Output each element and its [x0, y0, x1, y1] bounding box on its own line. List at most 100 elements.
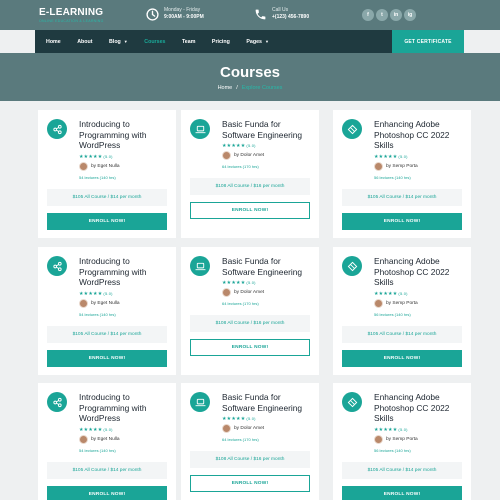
lecture-count: 64 lectures (170 hrs) [222, 164, 259, 169]
course-card[interactable]: Basic Funda for Software Engineering ★★★★… [181, 383, 319, 500]
course-title[interactable]: Enhancing Adobe Photoshop CC 2022 Skills [374, 119, 466, 151]
course-price: $108 All Course / $16 per month [190, 315, 310, 332]
linkedin-icon[interactable]: in [390, 9, 402, 21]
get-certificate-button[interactable]: GET CERTIFICATE [392, 30, 464, 53]
nav-item-home[interactable]: Home [46, 39, 61, 45]
lecture-count: 56 lectures (140 hrs) [374, 311, 411, 317]
brand-name: E-LEARNING [39, 7, 104, 18]
enroll-now-button[interactable]: ENROLL NOW! [47, 349, 167, 367]
instagram-icon[interactable]: ig [404, 9, 416, 21]
enroll-now-button[interactable]: ENROLL NOW! [190, 475, 310, 492]
enroll-now-button[interactable]: ENROLL NOW! [342, 349, 462, 367]
course-meta: ★★★★★(5.0) by Semp Porta 56 lectures (140 … [374, 154, 469, 180]
nav-menu: Home About Blog ▼ Courses Team Pricing Pages ▼ [46, 30, 285, 53]
avatar [222, 288, 231, 297]
rating-score: (5.0) [103, 426, 113, 432]
course-meta: ★★★★★(5.0) by Eget Nulla 54 lectures (140 … [79, 291, 174, 317]
course-title[interactable]: Introducing to Programming with WordPres… [79, 256, 171, 288]
avatar [374, 298, 383, 308]
enroll-now-button[interactable]: ENROLL NOW! [342, 485, 462, 500]
call-us[interactable]: Call Us +(123) 456-7890 [254, 7, 309, 21]
clock-icon [146, 7, 159, 21]
breadcrumb: Home / Explore Courses [0, 85, 500, 91]
course-card[interactable]: Enhancing Adobe Photoshop CC 2022 Skills… [333, 110, 471, 238]
nav-item-pages[interactable]: Pages ▼ [246, 39, 269, 45]
course-price: $108 All Course / $16 per month [190, 451, 310, 468]
phone-icon [255, 9, 266, 19]
call-number[interactable]: +(123) 456-7890 [272, 14, 309, 21]
star-icons: ★★★★★ [222, 280, 246, 286]
course-author: by Eget Nulla [79, 434, 174, 444]
course-author: by Dolor Amet [222, 151, 317, 160]
course-card[interactable]: Basic Funda for Software Engineering ★★★★… [181, 247, 319, 375]
course-author: by Dolor Amet [222, 424, 317, 433]
rating-score: (5.0) [398, 426, 408, 432]
course-title[interactable]: Basic Funda for Software Engineering [222, 392, 314, 413]
laptop-icon [194, 398, 206, 406]
rating-score: (5.0) [246, 280, 256, 285]
nav-item-team[interactable]: Team [182, 39, 195, 45]
course-meta: ★★★★★(5.0) by Dolor Amet 64 lectures (170 … [222, 143, 317, 169]
lecture-count: 64 lectures (170 hrs) [222, 437, 259, 442]
course-category-badge [342, 119, 362, 139]
lecture-count: 54 lectures (140 hrs) [79, 311, 116, 317]
star-icons: ★★★★★ [374, 153, 398, 160]
share-nodes-icon [52, 261, 62, 271]
nav-item-blog[interactable]: Blog ▼ [109, 39, 128, 45]
course-card[interactable]: Introducing to Programming with WordPres… [38, 247, 176, 375]
course-title[interactable]: Introducing to Programming with WordPres… [79, 119, 171, 151]
nav-item-label: Courses [144, 38, 166, 45]
breadcrumb-home[interactable]: Home [218, 85, 233, 91]
course-author: by Semp Porta [374, 434, 469, 444]
nav-item-pricing[interactable]: Pricing [212, 39, 230, 45]
course-meta: ★★★★★(5.0) by Semp Porta 56 lectures (140 … [374, 291, 469, 317]
author-name: by Eget Nulla [91, 436, 120, 442]
enroll-now-button[interactable]: ENROLL NOW! [190, 339, 310, 356]
course-price: $105 All Course / $14 per month [342, 461, 462, 479]
enroll-now-button[interactable]: ENROLL NOW! [47, 212, 167, 230]
facebook-icon[interactable]: f [362, 9, 374, 21]
author-name: by Eget Nulla [91, 163, 120, 169]
avatar [79, 298, 88, 308]
course-title[interactable]: Introducing to Programming with WordPres… [79, 392, 171, 424]
course-category-badge [342, 256, 362, 276]
course-card[interactable]: Introducing to Programming with WordPres… [38, 383, 176, 500]
enroll-now-button[interactable]: ENROLL NOW! [190, 202, 310, 219]
course-price: $105 All Course / $14 per month [47, 325, 167, 343]
laptop-icon [194, 125, 206, 133]
avatar [374, 161, 383, 171]
course-title[interactable]: Basic Funda for Software Engineering [222, 256, 314, 277]
twitter-icon[interactable]: t [376, 9, 388, 21]
course-card[interactable]: Enhancing Adobe Photoshop CC 2022 Skills… [333, 247, 471, 375]
course-category-badge [190, 392, 210, 412]
nav-item-courses[interactable]: Courses [144, 39, 165, 45]
course-card[interactable]: Enhancing Adobe Photoshop CC 2022 Skills… [333, 383, 471, 500]
course-title[interactable]: Enhancing Adobe Photoshop CC 2022 Skills [374, 256, 466, 288]
nav-item-about[interactable]: About [77, 39, 92, 45]
brand-logo[interactable]: E-LEARNING ONLINE EDUCATION & LEARNING [39, 7, 104, 23]
share-nodes-icon [52, 397, 62, 407]
course-card[interactable]: Introducing to Programming with WordPres… [38, 110, 176, 238]
course-title[interactable]: Basic Funda for Software Engineering [222, 119, 314, 140]
social-links: f t in ig [362, 9, 416, 21]
rating-score: (5.0) [103, 290, 113, 296]
rating-score: (5.0) [246, 143, 256, 148]
course-meta: ★★★★★(5.0) by Eget Nulla 54 lectures (140 … [79, 427, 174, 453]
course-card[interactable]: Basic Funda for Software Engineering ★★★★… [181, 110, 319, 238]
design-icon [347, 397, 357, 407]
top-bar: E-LEARNING ONLINE EDUCATION & LEARNING M… [0, 0, 500, 30]
course-author: by Semp Porta [374, 161, 469, 171]
enroll-now-button[interactable]: ENROLL NOW! [342, 212, 462, 230]
nav-item-label: Pricing [211, 38, 230, 45]
course-price: $105 All Course / $14 per month [342, 188, 462, 206]
caret-down-icon: ▼ [265, 39, 269, 44]
rating-stars: ★★★★★(5.0) [222, 416, 317, 422]
star-icons: ★★★★★ [79, 426, 103, 433]
author-name: by Semp Porta [386, 436, 418, 442]
avatar [79, 434, 88, 444]
nav-item-label: Home [46, 38, 61, 45]
course-title[interactable]: Enhancing Adobe Photoshop CC 2022 Skills [374, 392, 466, 424]
author-name: by Dolor Amet [234, 426, 265, 431]
avatar [79, 161, 88, 171]
enroll-now-button[interactable]: ENROLL NOW! [47, 485, 167, 500]
